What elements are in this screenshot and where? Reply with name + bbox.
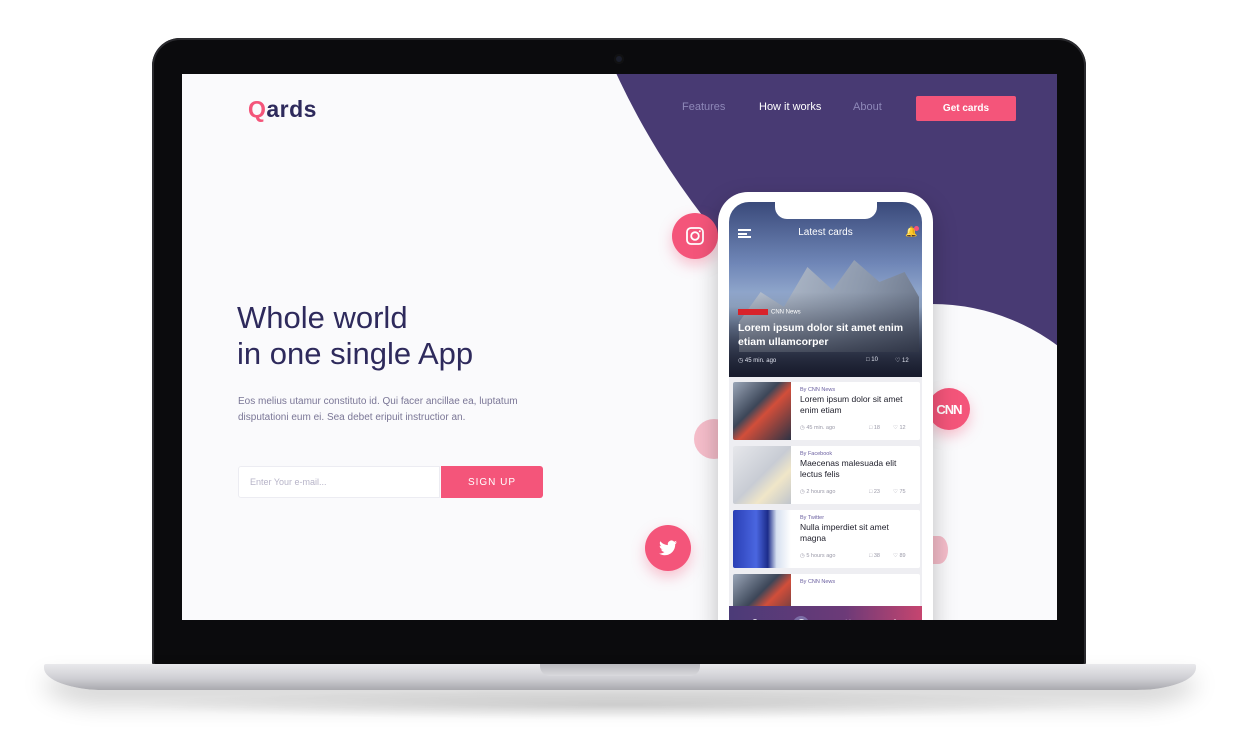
featured-comments[interactable]: □ 10 [866, 357, 878, 363]
webcam [614, 54, 624, 64]
signup-button[interactable]: SIGN UP [441, 466, 543, 498]
laptop-notch [540, 664, 700, 676]
get-cards-button[interactable]: Get cards [916, 96, 1016, 121]
card-likes[interactable]: ♡ 12 [893, 425, 906, 431]
card-time: ◷ 45 min. ago [800, 425, 836, 431]
website-screen: Qards Features How it works About Get ca… [182, 74, 1057, 620]
hero-headline: Whole world in one single App [237, 300, 577, 372]
card-comments[interactable]: □ 18 [869, 425, 880, 431]
source-badge [738, 309, 768, 315]
card-time: ◷ 2 hours ago [800, 489, 836, 495]
card-title: Maecenas malesuada elit lectus felis [800, 458, 897, 479]
card-thumbnail [733, 382, 791, 440]
bell-icon[interactable]: 🔔 [905, 226, 920, 238]
headline-line-2: in one single App [237, 336, 474, 371]
card-time: ◷ 5 hours ago [800, 553, 836, 559]
email-input[interactable]: Enter Your e-mail... [238, 466, 440, 498]
phone-screen: Latest cards 🔔 CNN News Lorem ipsum dolo… [729, 202, 922, 620]
nav-how-it-works[interactable]: How it works [759, 101, 821, 113]
featured-source: CNN News [738, 309, 801, 316]
featured-card[interactable]: Latest cards 🔔 CNN News Lorem ipsum dolo… [729, 202, 922, 377]
brand-logo[interactable]: Qards [248, 96, 317, 123]
logo-rest: ards [266, 96, 317, 122]
phone-mockup: Latest cards 🔔 CNN News Lorem ipsum dolo… [718, 192, 933, 620]
phone-notch [775, 202, 877, 219]
news-card[interactable]: By Twitter Nulla imperdiet sit amet magn… [733, 510, 920, 568]
phone-title: Latest cards [798, 227, 853, 238]
globe-icon[interactable] [793, 616, 809, 620]
card-source: By Facebook [800, 451, 833, 457]
logo-q: Q [248, 96, 267, 122]
share-icon[interactable] [884, 616, 900, 620]
card-source: By Twitter [800, 515, 825, 521]
card-title: Lorem ipsum dolor sit amet enim etiam [800, 394, 903, 415]
headline-line-1: Whole world [237, 300, 408, 335]
card-likes[interactable]: ♡ 89 [893, 553, 906, 559]
featured-time: ◷ 45 min. ago [738, 358, 777, 364]
card-source: By CNN News [800, 387, 836, 393]
instagram-icon[interactable] [672, 213, 718, 259]
card-thumbnail [733, 446, 791, 504]
card-comments[interactable]: □ 23 [869, 489, 880, 495]
heart-icon[interactable]: ♡ [840, 616, 856, 621]
news-card[interactable]: By Facebook Maecenas malesuada elit lect… [733, 446, 920, 504]
featured-likes[interactable]: ♡ 12 [895, 357, 909, 364]
laptop-shadow [120, 690, 1120, 720]
card-likes[interactable]: ♡ 75 [893, 489, 906, 495]
cnn-logo[interactable]: CNN [928, 388, 970, 430]
hero-description: Eos melius utamur constituto id. Qui fac… [238, 396, 518, 423]
search-icon[interactable] [748, 616, 764, 620]
nav-about[interactable]: About [853, 101, 882, 113]
phone-tab-bar: ♡ [729, 606, 922, 620]
news-card[interactable]: By CNN News Lorem ipsum dolor sit amet e… [733, 382, 920, 440]
cnn-logo-text: CNN [936, 401, 962, 417]
card-title: Nulla imperdiet sit amet magna [800, 522, 889, 543]
featured-headline: Lorem ipsum dolor sit amet enim etiam ul… [738, 322, 904, 348]
card-source: By CNN News [800, 579, 836, 585]
card-thumbnail [733, 510, 791, 568]
card-comments[interactable]: □ 38 [869, 553, 880, 559]
nav-features[interactable]: Features [682, 101, 725, 113]
twitter-icon[interactable] [645, 525, 691, 571]
